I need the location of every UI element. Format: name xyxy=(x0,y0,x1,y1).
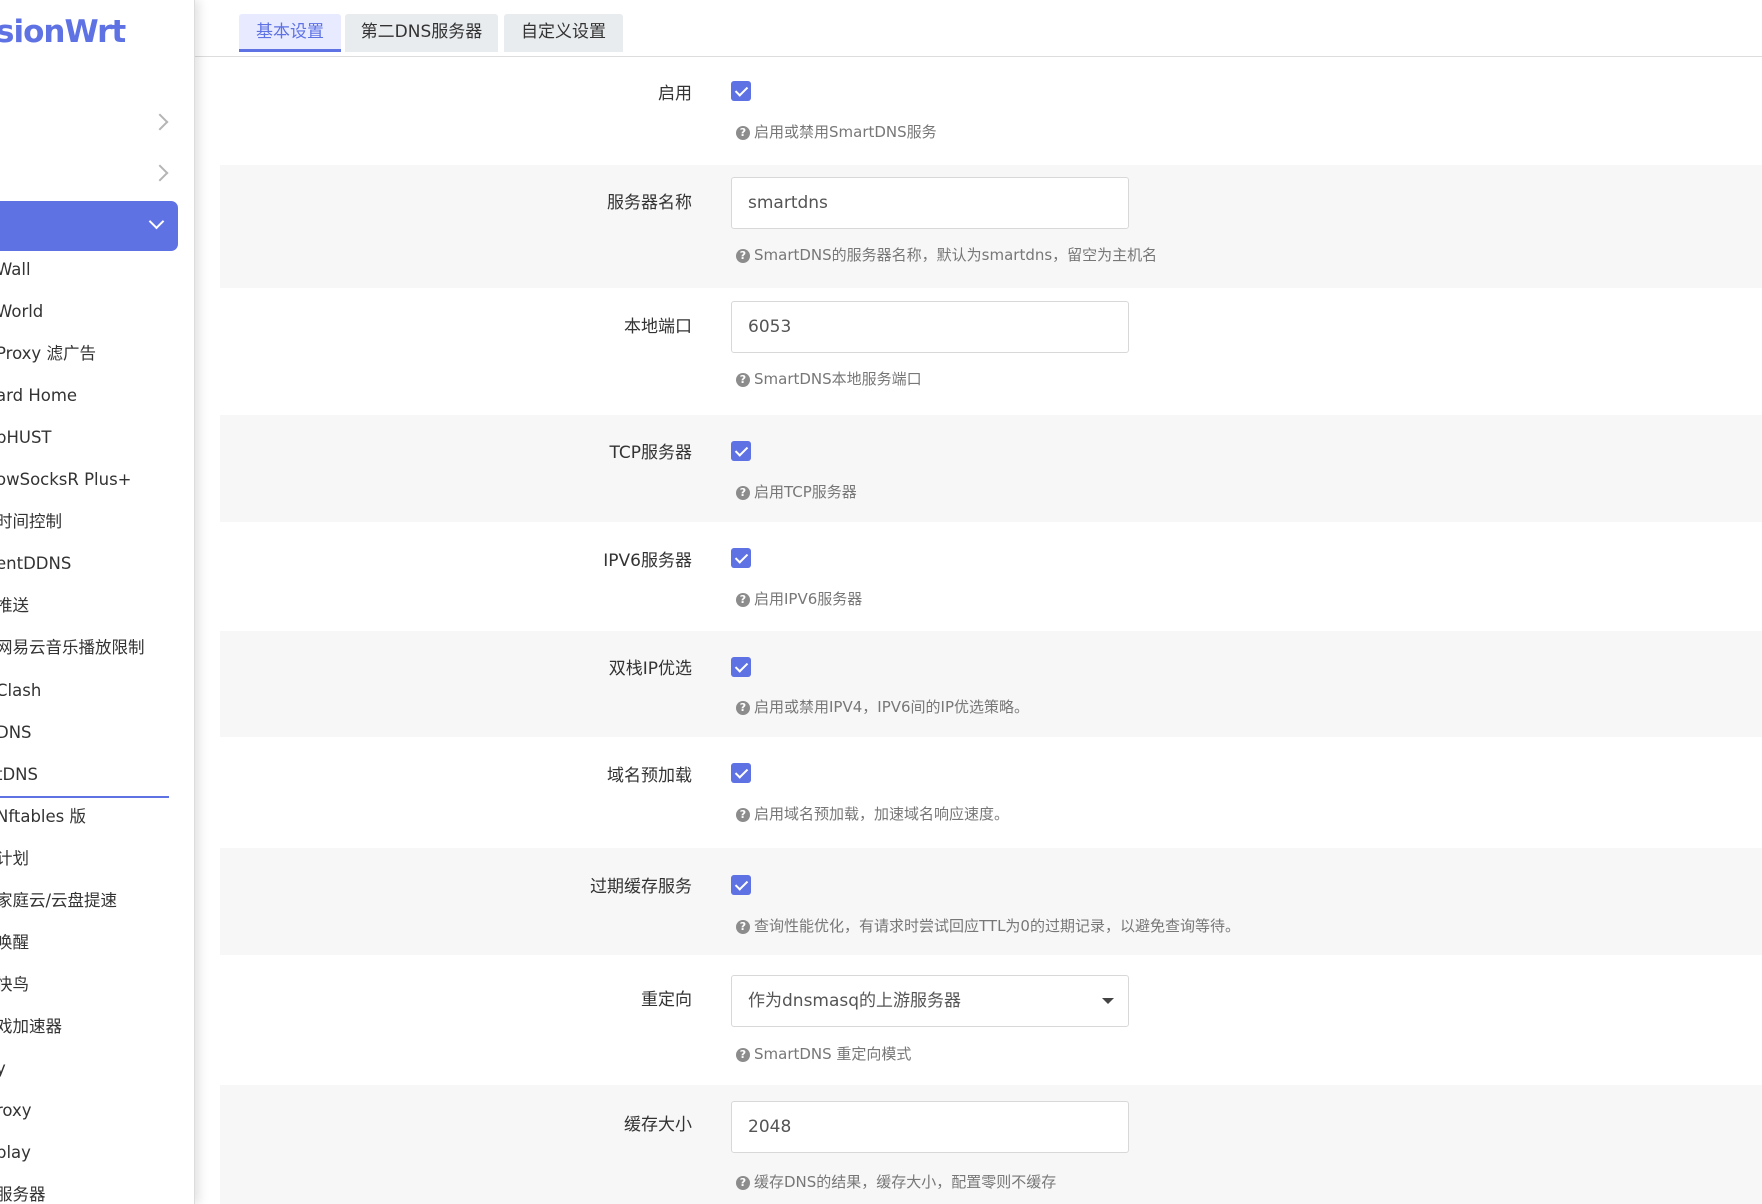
field-label: 过期缓存服务 xyxy=(590,877,692,897)
sidebar-item-smartdns[interactable]: tDNS xyxy=(0,764,38,786)
sidebar-item[interactable]: 服务器 xyxy=(0,1184,46,1204)
sidebar-item[interactable]: owSocksR Plus+ xyxy=(0,469,132,491)
help-icon: ? xyxy=(736,1176,750,1190)
sidebar-item[interactable]: entDDNS xyxy=(0,553,71,575)
field-label: 本地端口 xyxy=(624,317,692,337)
sidebar-item[interactable]: Nftables 版 xyxy=(0,806,86,828)
form-row-cache-size: 缓存大小 2048 ? 缓存DNS的结果，缓存大小，配置零则不缓存 xyxy=(220,1085,1762,1204)
sidebar-item[interactable]: 家庭云/云盘提速 xyxy=(0,890,117,912)
sidebar-item[interactable]: 快鸟 xyxy=(0,974,29,996)
sidebar-item[interactable]: 网易云音乐播放限制 xyxy=(0,637,145,659)
field-hint: ? 启用TCP服务器 xyxy=(736,481,857,502)
form-row-enable: 启用 ? 启用或禁用SmartDNS服务 xyxy=(220,57,1762,165)
help-icon: ? xyxy=(736,593,750,607)
sidebar-item[interactable]: 时间控制 xyxy=(0,511,62,533)
menu-expand-arrow-icon[interactable] xyxy=(151,164,169,182)
ipv6-server-checkbox[interactable] xyxy=(731,548,751,568)
help-icon: ? xyxy=(736,1048,750,1062)
form-row-ipv6-server: IPV6服务器 ? 启用IPV6服务器 xyxy=(220,522,1762,631)
field-hint: ? 缓存DNS的结果，缓存大小，配置零则不缓存 xyxy=(736,1171,1056,1192)
form-row-serve-expired: 过期缓存服务 ? 查询性能优化，有请求时尝试回应TTL为0的过期记录，以避免查询等… xyxy=(220,848,1762,955)
form-row-local-port: 本地端口 6053 ? SmartDNS本地服务端口 xyxy=(220,288,1762,415)
brand-logo: sionWrt xyxy=(0,14,126,50)
tab-secondary-dns[interactable]: 第二DNS服务器 xyxy=(345,14,498,52)
sidebar-item[interactable]: 推送 xyxy=(0,595,29,617)
tab-bar: 基本设置 第二DNS服务器 自定义设置 xyxy=(194,0,1762,57)
server-name-input[interactable]: smartdns xyxy=(731,177,1129,229)
sidebar: sionWrt Wall World Proxy 滤广告 ard Home pH… xyxy=(0,0,195,1204)
help-icon: ? xyxy=(736,373,750,387)
form-row-prefetch: 域名预加载 ? 启用域名预加载，加速域名响应速度。 xyxy=(220,737,1762,848)
tab-custom-settings[interactable]: 自定义设置 xyxy=(504,14,623,52)
help-icon: ? xyxy=(736,808,750,822)
serve-expired-checkbox[interactable] xyxy=(731,875,751,895)
sidebar-item[interactable]: DNS xyxy=(0,722,32,744)
help-icon: ? xyxy=(736,486,750,500)
menu-expand-arrow-icon[interactable] xyxy=(151,113,169,131)
field-hint: ? 查询性能优化，有请求时尝试回应TTL为0的过期记录，以避免查询等待。 xyxy=(736,915,1240,936)
sidebar-item[interactable]: 唤醒 xyxy=(0,932,29,954)
field-label: 启用 xyxy=(658,84,692,104)
cache-size-input[interactable]: 2048 xyxy=(731,1101,1129,1153)
local-port-input[interactable]: 6053 xyxy=(731,301,1129,353)
sidebar-item[interactable]: Wall xyxy=(0,259,31,281)
form-row-redirect: 重定向 作为dnsmasq的上游服务器 ? SmartDNS 重定向模式 xyxy=(220,955,1762,1085)
help-icon: ? xyxy=(736,126,750,140)
sidebar-item[interactable]: play xyxy=(0,1142,31,1164)
redirect-select[interactable]: 作为dnsmasq的上游服务器 xyxy=(731,975,1129,1027)
chevron-down-icon xyxy=(148,213,165,230)
field-hint: ? 启用或禁用SmartDNS服务 xyxy=(736,121,937,142)
field-label: 双栈IP优选 xyxy=(608,659,692,679)
field-hint: ? 启用域名预加载，加速域名响应速度。 xyxy=(736,803,1009,824)
field-label: IPV6服务器 xyxy=(603,551,692,571)
field-label: 域名预加载 xyxy=(607,766,692,786)
sidebar-item[interactable]: y xyxy=(0,1058,6,1080)
main-content: 基本设置 第二DNS服务器 自定义设置 启用 ? 启用或禁用SmartDNS服务 … xyxy=(194,0,1762,1204)
enable-checkbox[interactable] xyxy=(731,81,751,101)
field-label: 服务器名称 xyxy=(607,193,692,213)
field-hint: ? SmartDNS本地服务端口 xyxy=(736,368,922,389)
field-hint: ? SmartDNS的服务器名称，默认为smartdns，留空为主机名 xyxy=(736,244,1157,265)
field-hint: ? 启用或禁用IPV4，IPV6间的IP优选策略。 xyxy=(736,696,1029,717)
prefetch-checkbox[interactable] xyxy=(731,763,751,783)
help-icon: ? xyxy=(736,701,750,715)
sidebar-item[interactable]: 计划 xyxy=(0,848,29,870)
dualstack-checkbox[interactable] xyxy=(731,657,751,677)
form-row-tcp-server: TCP服务器 ? 启用TCP服务器 xyxy=(220,415,1762,522)
field-label: 重定向 xyxy=(641,990,692,1010)
tab-basic-settings[interactable]: 基本设置 xyxy=(239,14,341,52)
field-label: TCP服务器 xyxy=(609,443,692,463)
sidebar-item[interactable]: pHUST xyxy=(0,427,52,449)
tcp-server-checkbox[interactable] xyxy=(731,441,751,461)
sidebar-item[interactable]: World xyxy=(0,301,43,323)
field-label: 缓存大小 xyxy=(624,1115,692,1135)
sidebar-menu-services[interactable] xyxy=(0,201,178,251)
form-row-server-name: 服务器名称 smartdns ? SmartDNS的服务器名称，默认为smartd… xyxy=(220,165,1762,288)
active-item-underline xyxy=(0,796,169,798)
sidebar-item[interactable]: 戏加速器 xyxy=(0,1016,62,1038)
form-row-dualstack: 双栈IP优选 ? 启用或禁用IPV4，IPV6间的IP优选策略。 xyxy=(220,631,1762,737)
sidebar-item[interactable]: roxy xyxy=(0,1100,32,1122)
sidebar-item[interactable]: Proxy 滤广告 xyxy=(0,343,96,365)
help-icon: ? xyxy=(736,920,750,934)
help-icon: ? xyxy=(736,249,750,263)
sidebar-item[interactable]: ard Home xyxy=(0,385,77,407)
field-hint: ? SmartDNS 重定向模式 xyxy=(736,1043,911,1064)
field-hint: ? 启用IPV6服务器 xyxy=(736,588,862,609)
sidebar-item[interactable]: Clash xyxy=(0,680,41,702)
